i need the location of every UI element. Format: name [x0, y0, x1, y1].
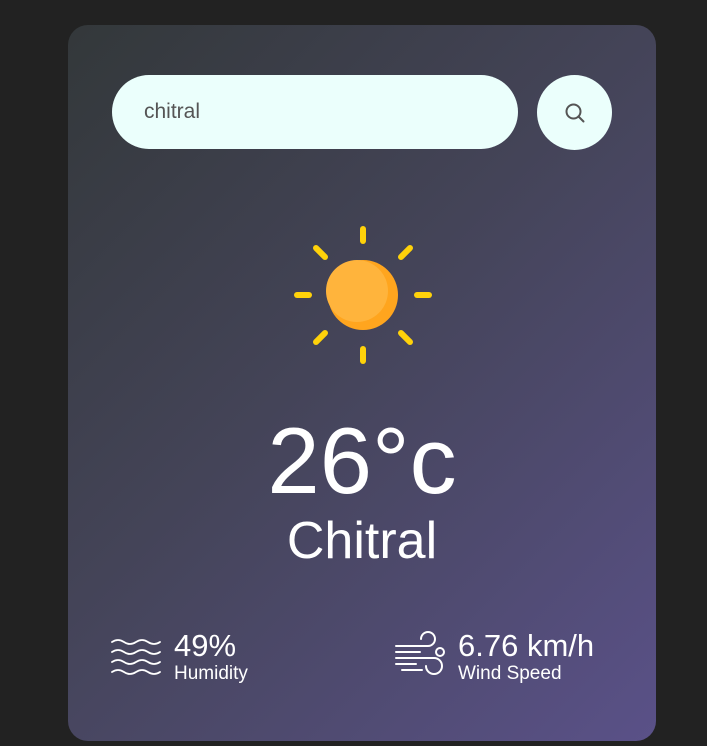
humidity-label: Humidity [174, 663, 248, 684]
wind-detail: 6.76 km/h Wind Speed [394, 629, 594, 685]
city-name: Chitral [286, 512, 438, 570]
wind-speed-value: 6.76 km/h [458, 628, 595, 663]
wind-icon [395, 631, 445, 675]
search-button[interactable] [537, 75, 612, 150]
temperature: 26°c [267, 408, 457, 513]
search-bar [112, 75, 518, 149]
search-icon [565, 103, 584, 122]
sun-icon [294, 226, 432, 364]
humidity-icon [111, 639, 161, 675]
search-input[interactable] [144, 100, 484, 124]
humidity-detail: 49% Humidity [110, 629, 248, 685]
weather-card: 26°c Chitral 49% Humidity [68, 25, 656, 741]
wind-speed-label: Wind Speed [458, 663, 562, 684]
humidity-value: 49% [174, 628, 237, 663]
